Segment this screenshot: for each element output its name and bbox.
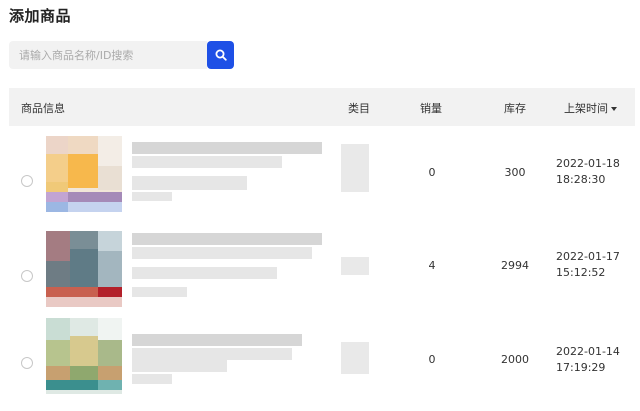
listed-date: 2022-01-18 bbox=[556, 157, 620, 170]
row-select-radio[interactable] bbox=[21, 175, 33, 187]
category-value bbox=[341, 144, 369, 192]
product-thumbnail bbox=[46, 231, 122, 307]
sales-value: 0 bbox=[428, 166, 436, 179]
table-row[interactable]: 4 2994 2022-01-17 15:12:52 bbox=[9, 231, 635, 321]
product-thumbnail bbox=[46, 318, 122, 394]
sales-value: 4 bbox=[428, 259, 436, 272]
column-header-sales: 销量 bbox=[420, 102, 442, 115]
search-icon bbox=[215, 49, 227, 61]
page-title: 添加商品 bbox=[9, 7, 72, 25]
listed-clock: 18:28:30 bbox=[556, 173, 606, 186]
listed-date: 2022-01-17 bbox=[556, 250, 620, 263]
row-select-radio[interactable] bbox=[21, 270, 33, 282]
column-header-stock: 库存 bbox=[504, 102, 526, 115]
listed-time-value: 2022-01-18 18:28:30 bbox=[556, 156, 626, 188]
search-button[interactable] bbox=[207, 41, 234, 69]
listed-clock: 15:12:52 bbox=[556, 266, 606, 279]
caret-down-icon bbox=[611, 106, 617, 111]
table-row[interactable]: 0 300 2022-01-18 18:28:30 bbox=[9, 136, 635, 226]
table-row[interactable]: 0 2000 2022-01-14 17:19:29 bbox=[9, 318, 635, 408]
product-thumbnail bbox=[46, 136, 122, 212]
table-header: 商品信息 类目 销量 库存 上架时间 bbox=[9, 88, 635, 126]
stock-value: 300 bbox=[504, 166, 526, 179]
category-value bbox=[341, 342, 369, 374]
listed-time-label: 上架时间 bbox=[564, 102, 608, 115]
sales-value: 0 bbox=[428, 353, 436, 366]
column-header-listed-time[interactable]: 上架时间 bbox=[564, 100, 617, 116]
column-header-category: 类目 bbox=[348, 102, 370, 115]
row-select-radio[interactable] bbox=[21, 357, 33, 369]
stock-value: 2994 bbox=[501, 259, 529, 272]
listed-date: 2022-01-14 bbox=[556, 345, 620, 358]
search-bar bbox=[9, 41, 234, 69]
listed-clock: 17:19:29 bbox=[556, 361, 606, 374]
category-value bbox=[341, 257, 369, 275]
listed-time-value: 2022-01-14 17:19:29 bbox=[556, 344, 626, 376]
column-header-info: 商品信息 bbox=[21, 102, 65, 115]
search-input[interactable] bbox=[9, 41, 207, 69]
stock-value: 2000 bbox=[501, 353, 529, 366]
listed-time-value: 2022-01-17 15:12:52 bbox=[556, 249, 626, 281]
